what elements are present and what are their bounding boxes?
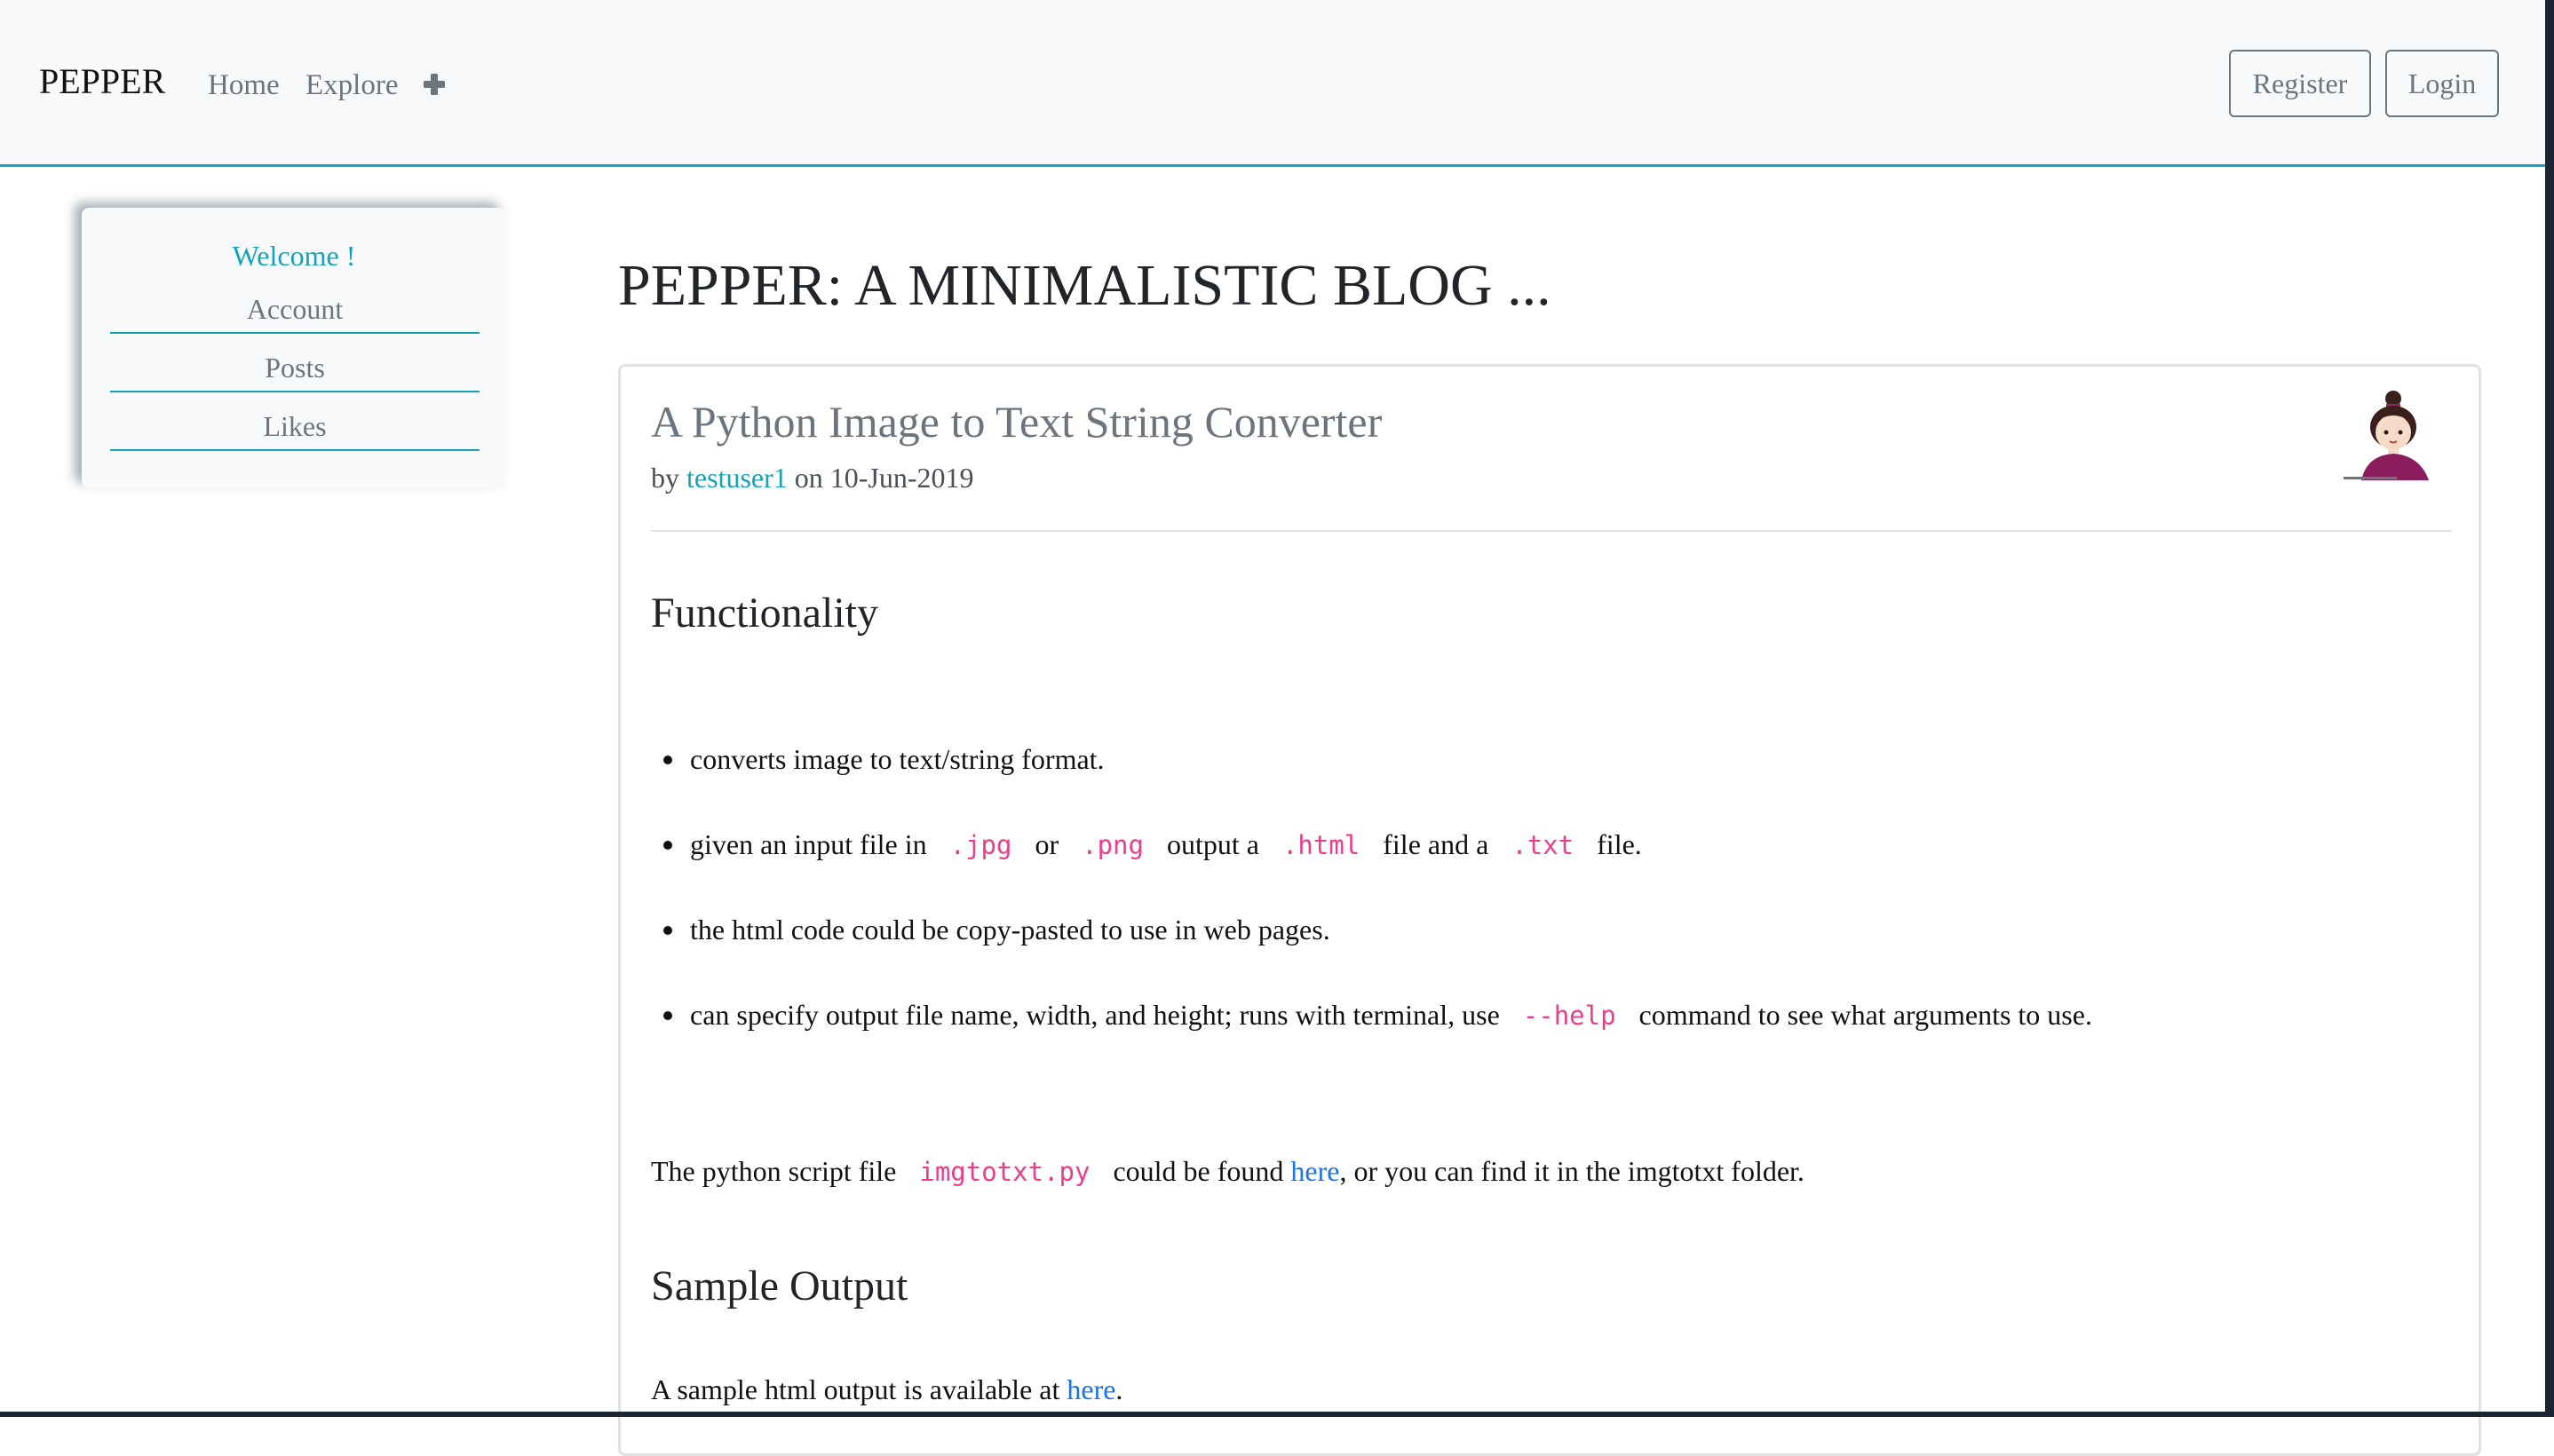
paragraph-text: The python script file [651, 1155, 897, 1187]
inline-code: imgtotxt.py [919, 1157, 1091, 1187]
sidebar-item-likes[interactable]: Likes [110, 407, 480, 451]
script-here-link[interactable]: here [1290, 1155, 1339, 1187]
add-post-button[interactable] [421, 64, 448, 103]
heading-sample-output: Sample Output [651, 1262, 908, 1310]
list-item: the html code could be copy-pasted to us… [663, 910, 1330, 949]
window-edge-right [2545, 0, 2554, 1417]
heading-functionality: Functionality [651, 590, 878, 637]
avatar-woman-icon [2344, 388, 2450, 493]
script-paragraph: The python script file imgtotxt.py could b… [651, 1151, 1804, 1191]
paragraph-text: could be found [1113, 1155, 1284, 1187]
sidebar-item-account[interactable]: Account [110, 289, 480, 334]
login-button[interactable]: Login [2385, 50, 2499, 117]
list-item-text: command to see what arguments to use. [1638, 999, 2092, 1031]
list-item-text: can specify output file name, width, and… [690, 999, 1500, 1031]
top-navbar: PEPPER Home Explore Register Login [0, 0, 2554, 167]
inline-code: --help [1522, 1001, 1616, 1031]
list-item-text: converts image to text/string format. [690, 743, 1105, 775]
post-divider [651, 530, 2452, 532]
list-item: can specify output file name, width, and… [663, 995, 2092, 1035]
paragraph-text: . [1115, 1373, 1123, 1405]
list-item-text: the html code could be copy-pasted to us… [690, 914, 1330, 946]
sidebar-welcome: Welcome ! [232, 240, 356, 272]
list-item-text: or [1035, 828, 1059, 860]
brand-logo[interactable]: PEPPER [39, 60, 165, 103]
post-date: 10-Jun-2019 [829, 462, 974, 494]
post-author-link[interactable]: testuser1 [686, 462, 788, 494]
post-meta: by testuser1 on 10-Jun-2019 [651, 459, 974, 496]
nav-link-explore[interactable]: Explore [305, 66, 398, 105]
inline-code: .png [1082, 830, 1144, 860]
inline-code: .txt [1511, 830, 1574, 860]
sample-here-link[interactable]: here [1067, 1373, 1115, 1405]
sidebar-item-posts[interactable]: Posts [110, 348, 480, 392]
post-meta-on: on [794, 462, 823, 494]
paragraph-text: , or you can find it in the imgtotxt fol… [1339, 1155, 1804, 1187]
paragraph-text: A sample html output is available at [651, 1373, 1060, 1405]
post-meta-by: by [651, 462, 679, 494]
list-item: given an input file in .jpg or .png output a… [663, 825, 1642, 865]
list-item-text: output a [1166, 828, 1259, 860]
nav-link-home[interactable]: Home [208, 66, 280, 105]
post-card: A Python Image to Text String Converter … [618, 364, 2481, 1456]
list-item: converts image to text/string format. [663, 740, 1105, 779]
register-button[interactable]: Register [2229, 50, 2371, 117]
list-item-text: given an input file in [690, 828, 927, 860]
plus-icon [424, 74, 445, 95]
inline-code: .jpg [949, 830, 1012, 860]
post-title[interactable]: A Python Image to Text String Converter [651, 393, 1382, 450]
page-title: PEPPER: A MINIMALISTIC BLOG ... [618, 253, 1551, 318]
window-edge-bottom [0, 1412, 2554, 1417]
sidebar: Welcome ! Account Posts Likes [82, 208, 506, 488]
list-item-text: file. [1597, 828, 1642, 860]
sample-paragraph: A sample html output is available at her… [651, 1370, 1122, 1409]
list-item-text: file and a [1383, 828, 1489, 860]
inline-code: .html [1281, 830, 1360, 860]
